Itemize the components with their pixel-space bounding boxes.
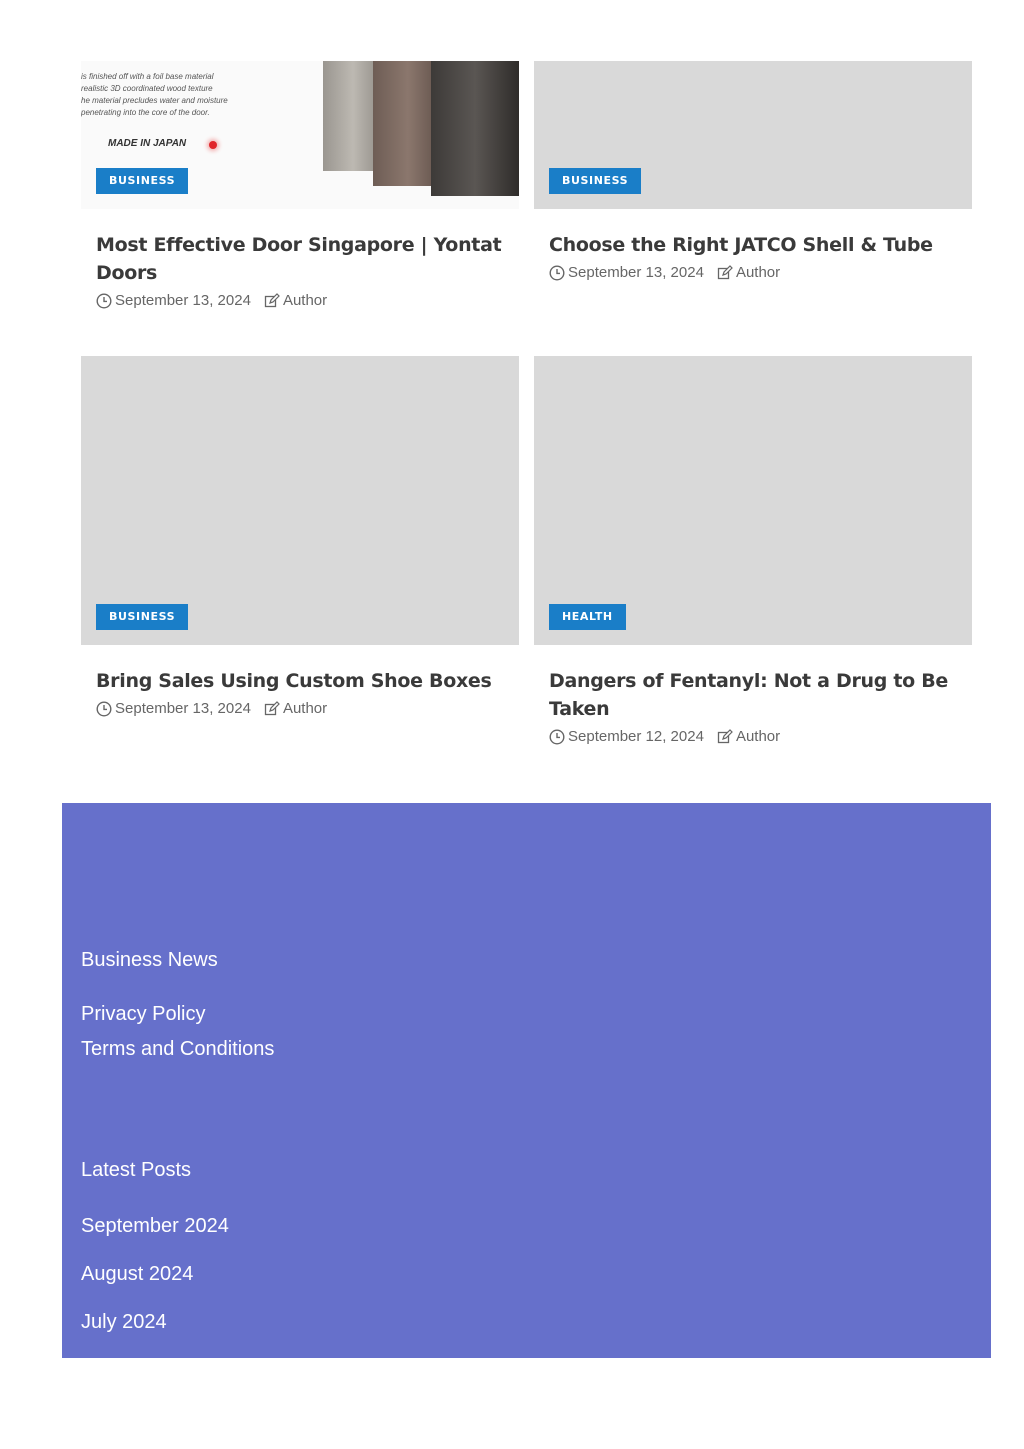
clock-icon <box>96 292 112 309</box>
door-panel-dark <box>431 61 519 196</box>
clock-icon <box>549 728 565 745</box>
category-badge[interactable]: HEALTH <box>549 604 626 630</box>
post-meta: September 12, 2024 Author <box>549 728 957 745</box>
post-card: BUSINESS Bring Sales Using Custom Shoe B… <box>81 356 519 717</box>
image-caption-line: penetrating into the core of the door. <box>81 108 210 117</box>
edit-icon <box>717 264 733 281</box>
archive-link-september-2024[interactable]: September 2024 <box>81 1215 229 1238</box>
post-meta: September 13, 2024 Author <box>96 292 504 309</box>
japan-flag-icon <box>209 141 217 149</box>
post-author[interactable]: Author <box>283 292 327 309</box>
image-caption-line: he material precludes water and moisture <box>81 96 228 105</box>
edit-icon <box>264 700 280 717</box>
category-badge[interactable]: BUSINESS <box>549 168 642 194</box>
edit-icon <box>264 292 280 309</box>
post-date[interactable]: September 13, 2024 <box>115 700 251 717</box>
archive-link-august-2024[interactable]: August 2024 <box>81 1263 193 1286</box>
footer-link-privacy-policy[interactable]: Privacy Policy <box>81 1003 205 1026</box>
post-card: BUSINESS Choose the Right JATCO Shell & … <box>534 61 972 281</box>
image-caption-line: realistic 3D coordinated wood texture <box>81 84 213 93</box>
post-author[interactable]: Author <box>736 728 780 745</box>
post-card: is finished off with a foil base materia… <box>81 61 519 309</box>
post-date[interactable]: September 13, 2024 <box>568 264 704 281</box>
made-in-japan-label: MADE IN JAPAN <box>108 138 187 149</box>
edit-icon <box>717 728 733 745</box>
post-card: HEALTH Dangers of Fentanyl: Not a Drug t… <box>534 356 972 745</box>
clock-icon <box>549 264 565 281</box>
post-meta: September 13, 2024 Author <box>549 264 957 281</box>
footer-link-business-news[interactable]: Business News <box>81 949 218 972</box>
post-date[interactable]: September 13, 2024 <box>115 292 251 309</box>
category-badge[interactable]: BUSINESS <box>96 168 189 194</box>
footer-link-terms[interactable]: Terms and Conditions <box>81 1038 274 1061</box>
post-title[interactable]: Bring Sales Using Custom Shoe Boxes <box>96 667 504 695</box>
post-thumbnail[interactable]: is finished off with a foil base materia… <box>81 61 519 209</box>
archive-link-july-2024[interactable]: July 2024 <box>81 1311 167 1334</box>
post-author[interactable]: Author <box>283 700 327 717</box>
post-title[interactable]: Choose the Right JATCO Shell & Tube <box>549 231 957 259</box>
site-footer: Business News Privacy Policy Terms and C… <box>62 803 991 1358</box>
post-title[interactable]: Most Effective Door Singapore | Yontat D… <box>96 231 504 287</box>
post-meta: September 13, 2024 Author <box>96 700 504 717</box>
category-badge[interactable]: BUSINESS <box>96 604 189 630</box>
post-title[interactable]: Dangers of Fentanyl: Not a Drug to Be Ta… <box>549 667 957 723</box>
post-thumbnail[interactable]: BUSINESS <box>534 61 972 209</box>
image-caption-line: is finished off with a foil base materia… <box>81 72 214 81</box>
post-thumbnail[interactable]: HEALTH <box>534 356 972 645</box>
post-date[interactable]: September 12, 2024 <box>568 728 704 745</box>
post-author[interactable]: Author <box>736 264 780 281</box>
post-thumbnail[interactable]: BUSINESS <box>81 356 519 645</box>
latest-posts-heading: Latest Posts <box>81 1159 192 1181</box>
clock-icon <box>96 700 112 717</box>
